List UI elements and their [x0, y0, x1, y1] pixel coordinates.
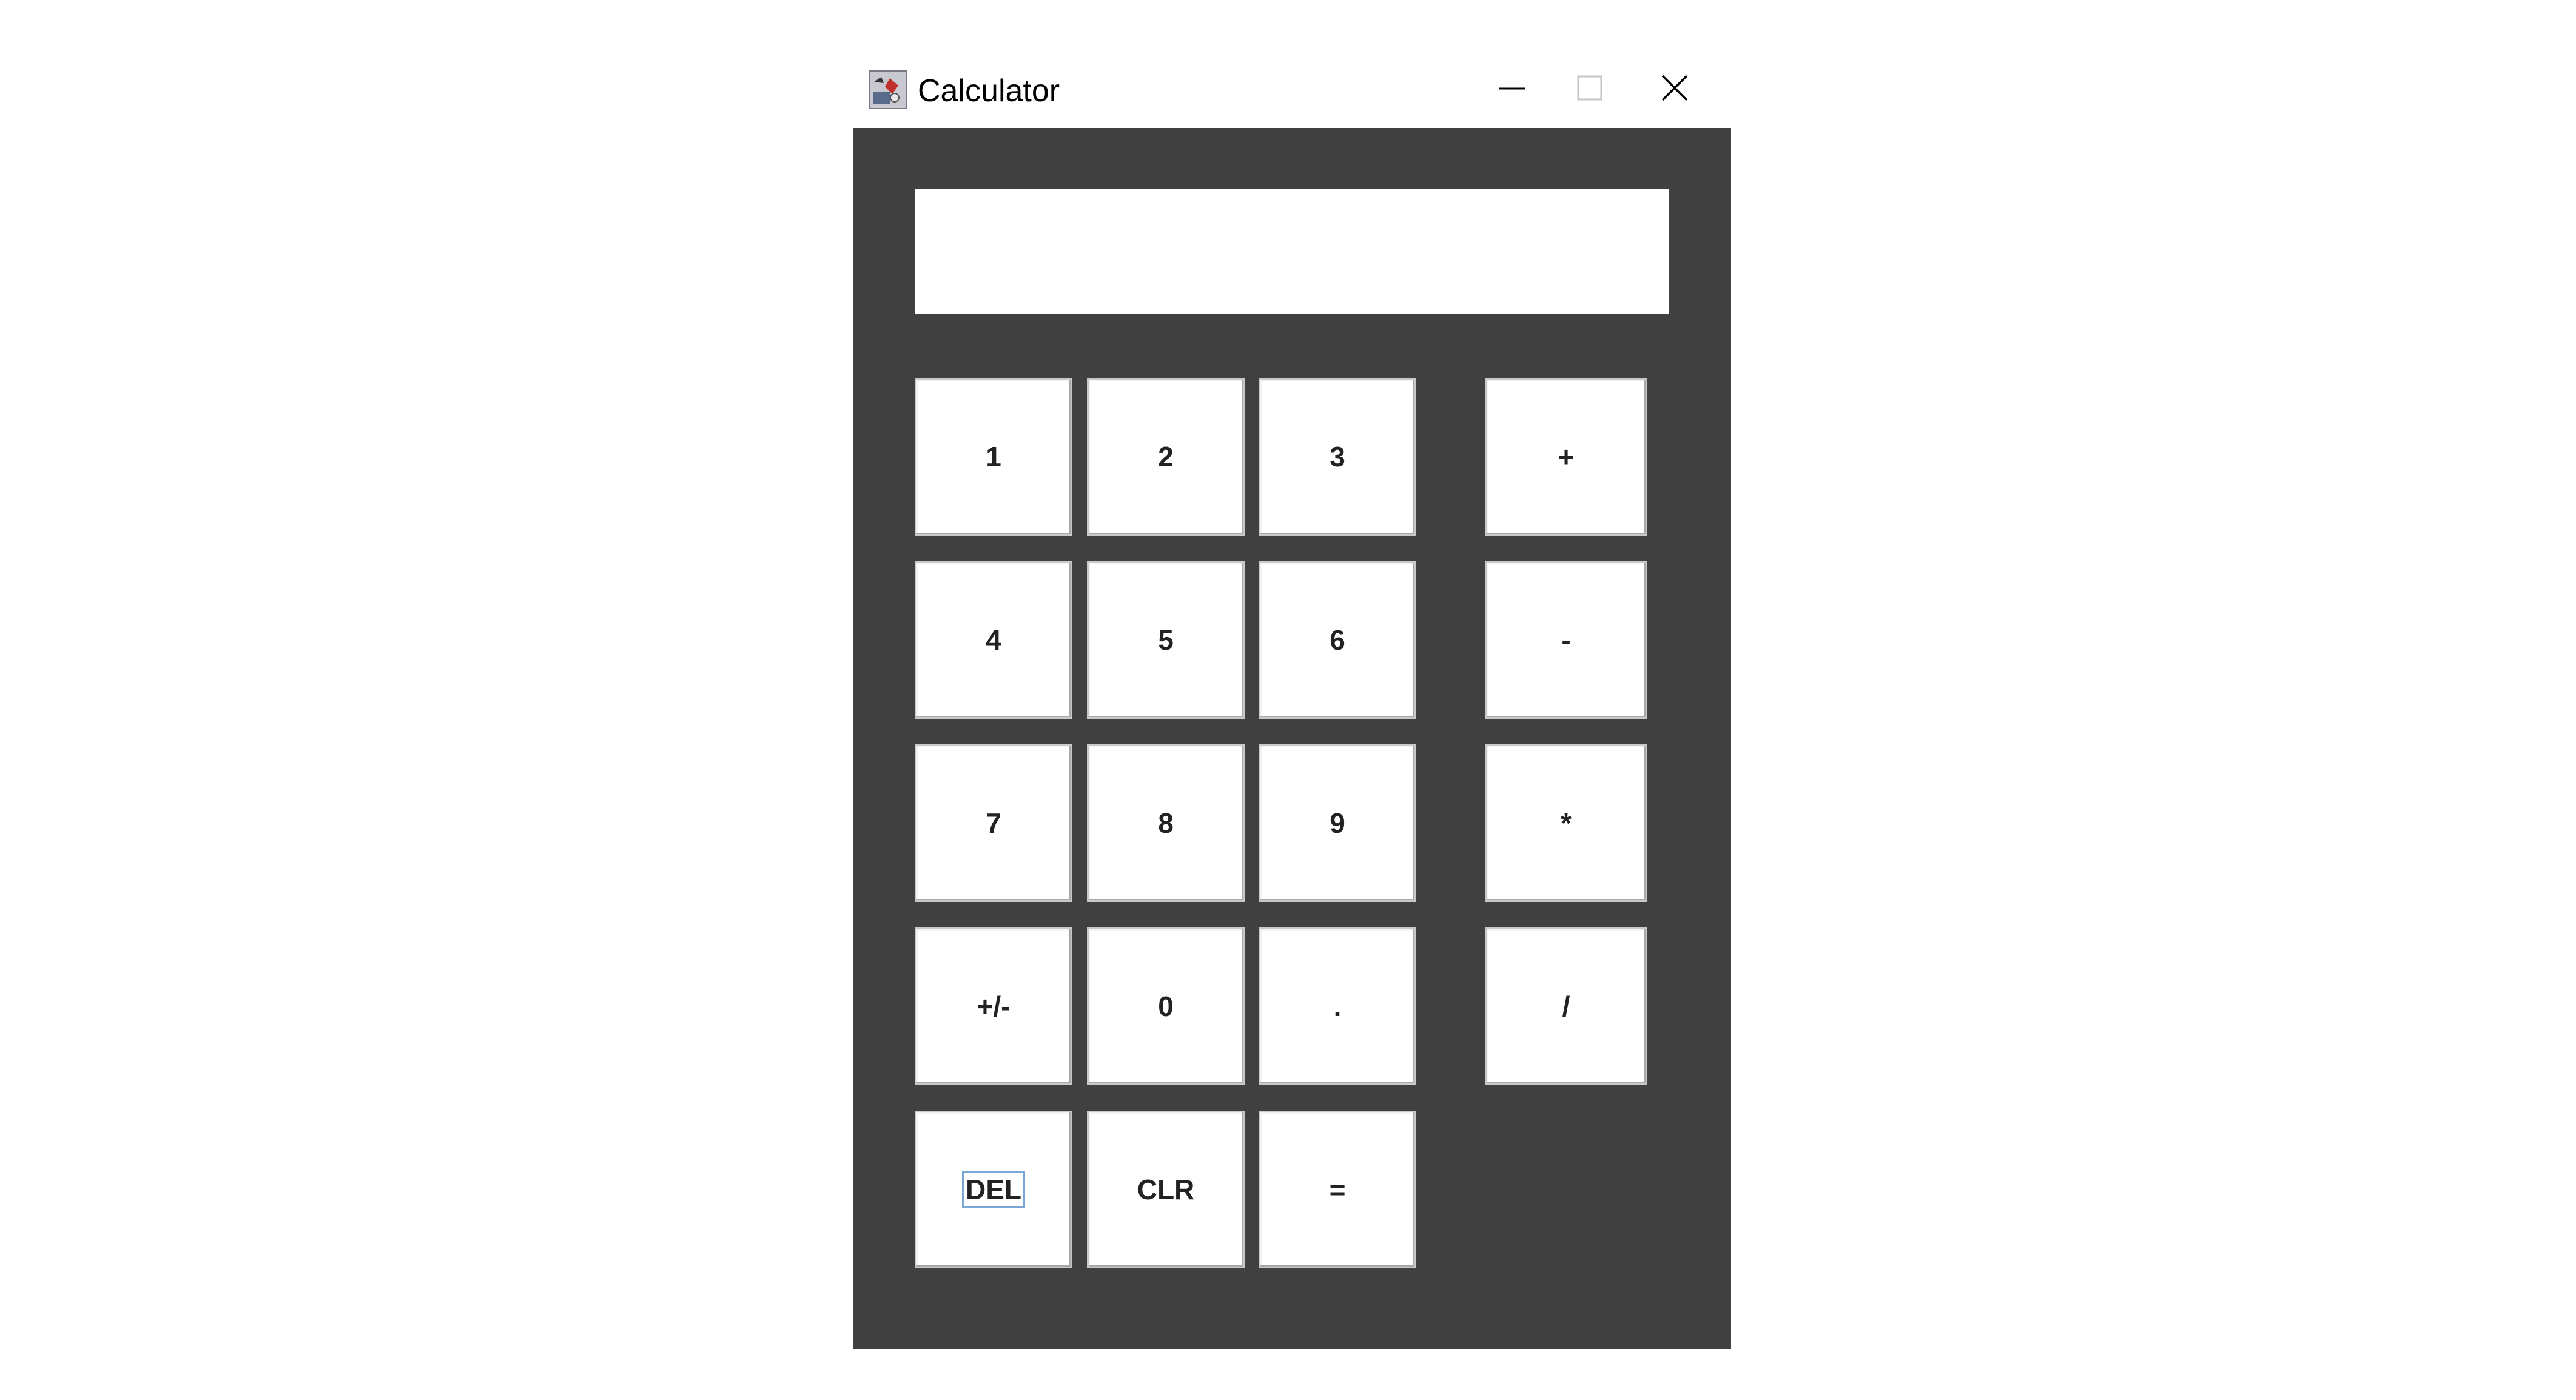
clear-button[interactable]: CLR: [1087, 1111, 1245, 1268]
maximize-button[interactable]: [1551, 57, 1629, 121]
key-label: .: [1333, 991, 1342, 1022]
window-title: Calculator: [918, 73, 1060, 109]
key-label: +: [1558, 441, 1575, 473]
key-8[interactable]: 8: [1087, 744, 1245, 902]
key-label: 2: [1158, 441, 1174, 473]
maximize-icon: [1576, 75, 1603, 104]
key-0[interactable]: 0: [1087, 927, 1245, 1085]
key-1[interactable]: 1: [915, 378, 1072, 536]
minimize-icon: [1497, 84, 1527, 95]
display-field[interactable]: [915, 189, 1669, 314]
key-label: 1: [986, 441, 1001, 473]
key-label: =: [1329, 1174, 1346, 1205]
calculator-window: Calculator 1 2 3 + 4 5 6 - 7 8 9 * +/- 0…: [853, 57, 1731, 1349]
subtract-button[interactable]: -: [1485, 561, 1647, 719]
title-bar[interactable]: Calculator: [853, 57, 1731, 128]
key-label: /: [1562, 991, 1570, 1022]
key-label: *: [1561, 807, 1572, 839]
divide-button[interactable]: /: [1485, 927, 1647, 1085]
calculator-panel: 1 2 3 + 4 5 6 - 7 8 9 * +/- 0 . / DEL CL…: [853, 128, 1731, 1349]
key-label: 3: [1330, 441, 1345, 473]
decimal-button[interactable]: .: [1259, 927, 1416, 1085]
negate-button[interactable]: +/-: [915, 927, 1072, 1085]
key-label: CLR: [1137, 1174, 1195, 1205]
key-7[interactable]: 7: [915, 744, 1072, 902]
equals-button[interactable]: =: [1259, 1111, 1416, 1268]
key-label: +/-: [977, 991, 1011, 1022]
multiply-button[interactable]: *: [1485, 744, 1647, 902]
key-3[interactable]: 3: [1259, 378, 1416, 536]
add-button[interactable]: +: [1485, 378, 1647, 536]
key-9[interactable]: 9: [1259, 744, 1416, 902]
close-button[interactable]: [1636, 57, 1713, 121]
key-label: 0: [1158, 991, 1174, 1022]
key-label: 5: [1158, 624, 1174, 656]
key-6[interactable]: 6: [1259, 561, 1416, 719]
key-label: DEL: [962, 1171, 1025, 1208]
key-5[interactable]: 5: [1087, 561, 1245, 719]
java-cup-icon: [868, 70, 908, 110]
delete-button[interactable]: DEL: [915, 1111, 1072, 1268]
minimize-button[interactable]: [1473, 57, 1551, 121]
key-label: 4: [986, 624, 1001, 656]
key-2[interactable]: 2: [1087, 378, 1245, 536]
key-label: -: [1561, 624, 1571, 656]
key-label: 9: [1330, 807, 1345, 839]
key-label: 8: [1158, 807, 1174, 839]
close-icon: [1660, 73, 1689, 106]
key-label: 7: [986, 807, 1001, 839]
key-4[interactable]: 4: [915, 561, 1072, 719]
key-label: 6: [1330, 624, 1345, 656]
